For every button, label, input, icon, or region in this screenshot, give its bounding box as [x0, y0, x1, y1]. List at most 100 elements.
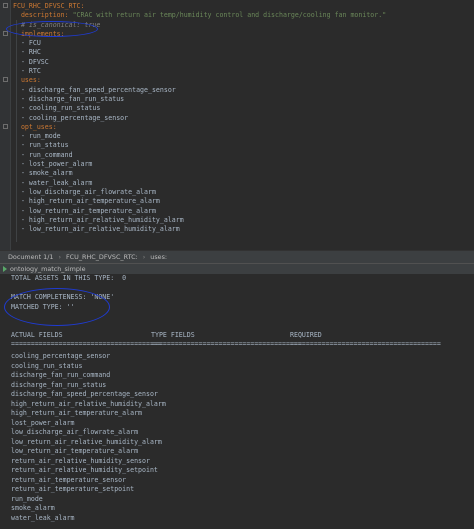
code-line[interactable]: - cooling_percentage_sensor — [13, 114, 386, 123]
code-line[interactable]: - high_return_air_relative_humidity_alar… — [13, 216, 386, 225]
fold-marker[interactable] — [3, 77, 8, 82]
code-token: - discharge_fan_speed_percentage_sensor — [13, 85, 176, 94]
code-line[interactable]: - low_return_air_relative_humidity_alarm — [13, 225, 386, 234]
code-token: - lost_power_alarm — [13, 160, 93, 169]
breadcrumb: Document 1/1 › FCU_RHC_DFVSC_RTC: › uses… — [0, 250, 474, 264]
header-rule-actual: ====================================== — [11, 340, 162, 348]
run-icon — [3, 266, 7, 272]
code-token: - run_command — [13, 150, 73, 159]
breadcrumb-separator: › — [58, 253, 61, 261]
actual-field-row: lost_power_alarm — [11, 418, 75, 427]
code-token: - RTC — [13, 67, 41, 76]
code-line[interactable]: - smoke_alarm — [13, 169, 386, 178]
code-line[interactable]: - high_return_air_temperature_alarm — [13, 197, 386, 206]
code-token: - FCU — [13, 39, 41, 48]
code-token: - discharge_fan_run_status — [13, 94, 125, 103]
code-line[interactable]: # is_canonical: true — [13, 21, 386, 30]
breadcrumb-item-uses[interactable]: uses: — [150, 253, 167, 261]
match-completeness-line: MATCH COMPLETENESS: 'NONE' — [11, 293, 115, 301]
code-line[interactable]: - run_command — [13, 151, 386, 160]
actual-field-row: return_air_temperature_setpoint — [11, 485, 135, 493]
actual-field-row: low_return_air_relative_humidity_alarm — [11, 437, 162, 446]
code-line[interactable]: - DFVSC — [13, 58, 386, 67]
code-line[interactable]: opt_uses: — [13, 123, 386, 132]
actual-field-row: high_return_air_temperature_alarm — [11, 409, 143, 417]
code-token: - low_return_air_relative_humidity_alarm — [13, 225, 180, 234]
actual-field-row: smoke_alarm — [11, 504, 55, 512]
code-line[interactable]: implements: — [13, 30, 386, 39]
code-token: FCU_RHC_DFVSC_RTC: — [13, 2, 85, 10]
run-tab-bar: ontology_match_simple — [0, 264, 474, 274]
breadcrumb-separator: › — [142, 253, 146, 261]
code-token: - DFVSC — [13, 57, 49, 66]
code-token: implements: — [20, 29, 65, 38]
header-actual-fields: ACTUAL FIELDS — [11, 331, 63, 339]
actual-field-row: discharge_fan_run_command — [11, 371, 111, 379]
actual-field-row: high_return_air_relative_humidity_alarm — [11, 399, 166, 408]
code-line[interactable]: - run_status — [13, 141, 386, 150]
code-token: uses: — [20, 76, 41, 85]
code-token: - low_discharge_air_flowrate_alarm — [13, 187, 156, 196]
code-token: - run_mode — [13, 132, 61, 141]
code-line[interactable]: - low_return_air_temperature_alarm — [13, 207, 386, 216]
code-line[interactable]: - low_discharge_air_flowrate_alarm — [13, 188, 386, 197]
total-assets-line: TOTAL ASSETS IN THIS TYPE: 0 — [11, 274, 127, 282]
editor-gutter[interactable] — [0, 0, 11, 250]
code-editor[interactable]: FCU_RHC_DFVSC_RTC: description: "CRAC wi… — [0, 0, 474, 250]
code-token: description: — [20, 11, 69, 20]
actual-field-row: cooling_percentage_sensor — [11, 352, 111, 360]
code-token: - RHC — [13, 48, 41, 57]
code-line[interactable]: - FCU — [13, 39, 386, 48]
actual-field-row: discharge_fan_run_status — [11, 380, 107, 389]
code-line[interactable]: FCU_RHC_DFVSC_RTC: — [13, 2, 386, 11]
code-line[interactable]: description: "CRAC with return air temp/… — [13, 11, 386, 20]
actual-field-row: return_air_temperature_sensor — [11, 475, 127, 484]
breadcrumb-item-type[interactable]: FCU_RHC_DFVSC_RTC: — [66, 253, 138, 261]
actual-field-row: discharge_fan_speed_percentage_sensor — [11, 390, 158, 398]
code-token: "CRAC with return air temp/humidity cont… — [68, 11, 387, 20]
header-rule-required: ====================================== — [290, 340, 441, 348]
fold-marker[interactable] — [3, 31, 8, 36]
code-line[interactable]: - cooling_run_status — [13, 104, 386, 113]
code-line[interactable]: - discharge_fan_run_status — [13, 95, 386, 104]
actual-field-row: return_air_relative_humidity_setpoint — [11, 466, 158, 474]
header-required: REQUIRED — [290, 331, 322, 339]
code-token: - high_return_air_relative_humidity_alar… — [13, 215, 184, 224]
code-line[interactable]: uses: — [13, 76, 386, 85]
fold-marker[interactable] — [3, 124, 8, 129]
code-token: - run_status — [13, 141, 69, 150]
breadcrumb-item-document[interactable]: Document 1/1 — [8, 253, 53, 261]
actual-field-row: low_return_air_temperature_alarm — [11, 447, 139, 455]
header-type-fields: TYPE FIELDS — [151, 331, 195, 339]
actual-field-row: low_discharge_air_flowrate_alarm — [11, 428, 139, 436]
matched-type-line: MATCHED TYPE: '' — [11, 303, 75, 311]
actual-field-row: return_air_relative_humidity_sensor — [11, 456, 150, 465]
code-token: - smoke_alarm — [13, 169, 73, 178]
console-output[interactable]: TOTAL ASSETS IN THIS TYPE: 0 MATCH COMPL… — [0, 274, 474, 529]
actual-field-row: cooling_run_status — [11, 361, 83, 370]
code-line[interactable]: - run_mode — [13, 132, 386, 141]
code-token: opt_uses: — [20, 122, 57, 131]
run-tab-label[interactable]: ontology_match_simple — [10, 265, 86, 273]
code-token: - low_return_air_temperature_alarm — [13, 206, 156, 215]
code-token: - cooling_percentage_sensor — [13, 113, 129, 122]
code-line[interactable]: - lost_power_alarm — [13, 160, 386, 169]
actual-field-row: run_mode — [11, 494, 43, 503]
code-line[interactable]: - water_leak_alarm — [13, 179, 386, 188]
code-token: - cooling_run_status — [13, 104, 101, 113]
header-rule-type: ====================================== — [151, 340, 302, 348]
code-token: # is_canonical: true — [20, 20, 101, 29]
code-line[interactable]: - RHC — [13, 48, 386, 57]
fold-marker[interactable] — [3, 3, 8, 8]
code-token: - high_return_air_temperature_alarm — [13, 197, 160, 206]
code-line[interactable]: - discharge_fan_speed_percentage_sensor — [13, 86, 386, 95]
code-token: - water_leak_alarm — [13, 178, 93, 187]
code-content[interactable]: FCU_RHC_DFVSC_RTC: description: "CRAC wi… — [13, 2, 386, 234]
code-line[interactable]: - RTC — [13, 67, 386, 76]
actual-field-row: water_leak_alarm — [11, 513, 75, 522]
